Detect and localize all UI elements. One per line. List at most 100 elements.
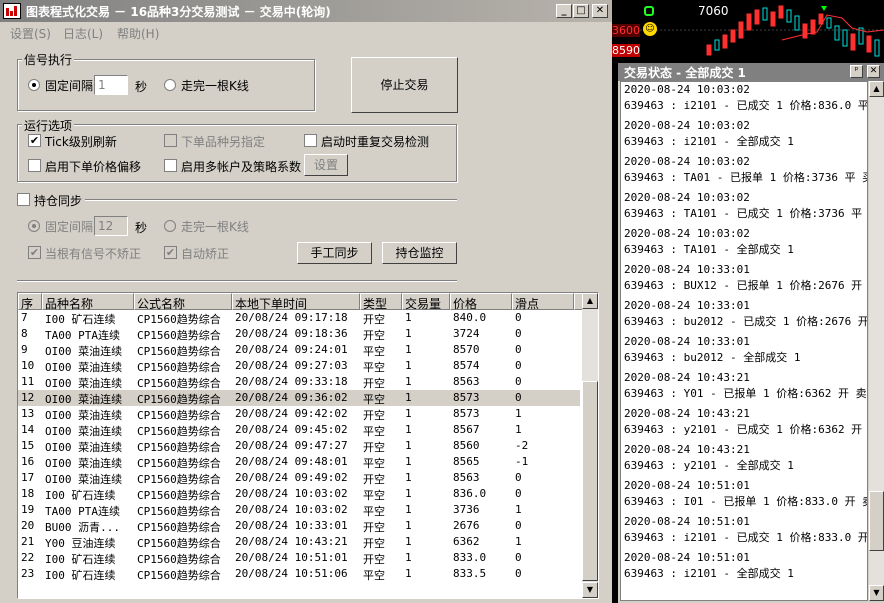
scroll-down-icon[interactable]: ▼ xyxy=(582,582,598,598)
table-cell: 23 xyxy=(21,567,35,580)
window-title: 图表程式化交易 － 16品种3分交易测试 － 交易中(轮询) xyxy=(26,5,331,19)
position-sync-checkbox[interactable] xyxy=(17,193,30,206)
col-type-header[interactable]: 类型 xyxy=(360,293,402,311)
position-bar-close-radio[interactable] xyxy=(164,220,176,232)
col-index-header[interactable]: 序 xyxy=(18,293,42,311)
position-fixed-interval-radio[interactable] xyxy=(28,220,40,232)
table-cell: I00 矿石连续 xyxy=(45,569,116,582)
table-row[interactable]: 12 OI00 菜油连续 CP1560趋势综合 20/08/24 09:36:02 平空… xyxy=(18,390,580,406)
log-timestamp: 2020-08-24 10:43:21 xyxy=(624,407,750,420)
table-row[interactable]: 15 OI00 菜油连续 CP1560趋势综合 20/08/24 09:47:27 开空… xyxy=(18,438,580,454)
table-row[interactable]: 17 OI00 菜油连续 CP1560趋势综合 20/08/24 09:49:02 开空… xyxy=(18,470,580,486)
log-timestamp: 2020-08-24 10:43:21 xyxy=(624,371,750,384)
status-scroll-down-icon[interactable]: ▼ xyxy=(869,585,884,601)
run-settings-button[interactable]: 设置 xyxy=(304,154,348,176)
table-row[interactable]: 7 I00 矿石连续 CP1560趋势综合 20/08/24 09:17:18 开空 1 8… xyxy=(18,310,580,326)
table-cell: 20/08/24 09:42:02 xyxy=(235,407,348,420)
no-correct-checkbox[interactable]: ✔ xyxy=(28,246,41,259)
status-close-icon[interactable]: ✕ xyxy=(867,65,880,78)
menu-settings[interactable]: 设置(S) xyxy=(10,25,51,42)
status-scrollbar[interactable]: ▲ ▼ xyxy=(869,81,884,601)
col-formula-header[interactable]: 公式名称 xyxy=(134,293,232,311)
minimize-button[interactable]: _ xyxy=(556,4,572,18)
position-sec-label: 秒 xyxy=(135,221,148,235)
table-scrollbar[interactable]: ▲ ▼ xyxy=(582,293,598,598)
table-row[interactable]: 20 BU00 沥青... CP1560趋势综合 20/08/24 10:33:01 开… xyxy=(18,518,580,534)
signal-fixed-interval-radio[interactable] xyxy=(28,79,40,91)
table-cell: 1 xyxy=(405,375,412,388)
status-title-bar[interactable]: 交易状态 - 全部成交 1 ᵖ ✕ xyxy=(618,63,884,81)
table-cell: CP1560趋势综合 xyxy=(137,505,221,518)
log-message: 639463 : bu2012 - 全部成交 1 xyxy=(624,351,801,364)
menu-help[interactable]: 帮助(H) xyxy=(117,25,159,42)
stop-trading-button[interactable]: 停止交易 xyxy=(351,57,458,113)
position-interval-input[interactable]: 12 xyxy=(94,216,128,236)
table-row[interactable]: 13 OI00 菜油连续 CP1560趋势综合 20/08/24 09:42:02 开空… xyxy=(18,406,580,422)
table-cell: 1 xyxy=(515,407,522,420)
col-volume-header[interactable]: 交易量 xyxy=(402,293,450,311)
table-cell: 16 xyxy=(21,455,35,468)
table-row[interactable]: 8 TA00 PTA连续 CP1560趋势综合 20/08/24 09:18:36 开空… xyxy=(18,326,580,342)
table-cell: I00 矿石连续 xyxy=(45,553,116,566)
table-cell: 1 xyxy=(405,519,412,532)
table-row[interactable]: 18 I00 矿石连续 CP1560趋势综合 20/08/24 10:03:02 平空 1… xyxy=(18,486,580,502)
table-row[interactable]: 9 OI00 菜油连续 CP1560趋势综合 20/08/24 09:24:01 平空 1… xyxy=(18,342,580,358)
candle xyxy=(762,7,768,21)
col-price-header[interactable]: 价格 xyxy=(450,293,512,311)
auto-correct-checkbox[interactable]: ✔ xyxy=(164,246,177,259)
manual-sync-button[interactable]: 手工同步 xyxy=(297,242,372,264)
candle xyxy=(770,11,776,27)
table-header: 序 品种名称 公式名称 本地下单时间 类型 交易量 价格 滑点 xyxy=(18,293,583,311)
col-symbol-header[interactable]: 品种名称 xyxy=(42,293,134,311)
candle xyxy=(730,29,736,43)
scroll-thumb[interactable] xyxy=(582,381,598,581)
candle xyxy=(794,15,800,31)
price-offset-checkbox[interactable] xyxy=(28,159,41,172)
table-cell: 1 xyxy=(405,471,412,484)
table-cell: 20/08/24 09:33:18 xyxy=(235,375,348,388)
table-cell: 开空 xyxy=(363,329,385,342)
table-cell: 14 xyxy=(21,423,35,436)
pin-icon[interactable]: ᵖ xyxy=(850,65,863,78)
status-scroll-thumb[interactable] xyxy=(869,491,884,551)
table-cell: 18 xyxy=(21,487,35,500)
close-button[interactable]: ✕ xyxy=(592,4,608,18)
position-monitor-button[interactable]: 持仓监控 xyxy=(382,242,457,264)
table-cell: 1 xyxy=(405,391,412,404)
table-row[interactable]: 23 I00 矿石连续 CP1560趋势综合 20/08/24 10:51:06 平空 1… xyxy=(18,566,580,582)
table-cell: 1 xyxy=(405,439,412,452)
col-slippage-header[interactable]: 滑点 xyxy=(512,293,574,311)
table-row[interactable]: 10 OI00 菜油连续 CP1560趋势综合 20/08/24 09:27:03 平空… xyxy=(18,358,580,374)
scroll-up-icon[interactable]: ▲ xyxy=(582,293,598,309)
menu-log[interactable]: 日志(L) xyxy=(63,25,103,42)
table-cell: 1 xyxy=(405,487,412,500)
col-time-header[interactable]: 本地下单时间 xyxy=(232,293,360,311)
signal-arrow-icon xyxy=(821,6,827,11)
log-message: 639463 : i2101 - 已成交 1 价格:833.0 开 卖 xyxy=(624,531,868,544)
multi-account-checkbox[interactable] xyxy=(164,159,177,172)
status-log: 2020-08-24 10:03:02 639463 : i2101 - 已成交 … xyxy=(620,81,868,601)
table-cell: 0 xyxy=(515,487,522,500)
table-cell: 平空 xyxy=(363,489,385,502)
signal-fixed-interval-label: 固定间隔 xyxy=(45,79,94,93)
restart-check-checkbox[interactable] xyxy=(304,134,317,147)
log-message: 639463 : y2101 - 全部成交 1 xyxy=(624,459,794,472)
order-other-checkbox[interactable] xyxy=(164,134,177,147)
table-row[interactable]: 16 OI00 菜油连续 CP1560趋势综合 20/08/24 09:48:01 平空… xyxy=(18,454,580,470)
table-cell: I00 矿石连续 xyxy=(45,313,116,326)
table-row[interactable]: 22 I00 矿石连续 CP1560趋势综合 20/08/24 10:51:01 开空 1… xyxy=(18,550,580,566)
signal-bar-close-radio[interactable] xyxy=(164,79,176,91)
maximize-button[interactable]: □ xyxy=(573,4,589,18)
tick-refresh-checkbox[interactable]: ✔ xyxy=(28,134,41,147)
signal-interval-input[interactable]: 1 xyxy=(94,75,128,95)
table-row[interactable]: 14 OI00 菜油连续 CP1560趋势综合 20/08/24 09:45:02 平空… xyxy=(18,422,580,438)
title-bar[interactable]: 图表程式化交易 － 16品种3分交易测试 － 交易中(轮询) _ □ ✕ xyxy=(0,0,612,22)
log-message: 639463 : TA101 - 已成交 1 价格:3736 平 买 xyxy=(624,207,868,220)
table-row[interactable]: 21 Y00 豆油连续 CP1560趋势综合 20/08/24 10:43:21 开空 1… xyxy=(18,534,580,550)
table-cell: 平空 xyxy=(363,425,385,438)
table-row[interactable]: 19 TA00 PTA连续 CP1560趋势综合 20/08/24 10:03:02 平… xyxy=(18,502,580,518)
table-cell: 0 xyxy=(515,551,522,564)
table-row[interactable]: 11 OI00 菜油连续 CP1560趋势综合 20/08/24 09:33:18 开空… xyxy=(18,374,580,390)
table-cell: 平空 xyxy=(363,361,385,374)
status-scroll-up-icon[interactable]: ▲ xyxy=(869,81,884,97)
